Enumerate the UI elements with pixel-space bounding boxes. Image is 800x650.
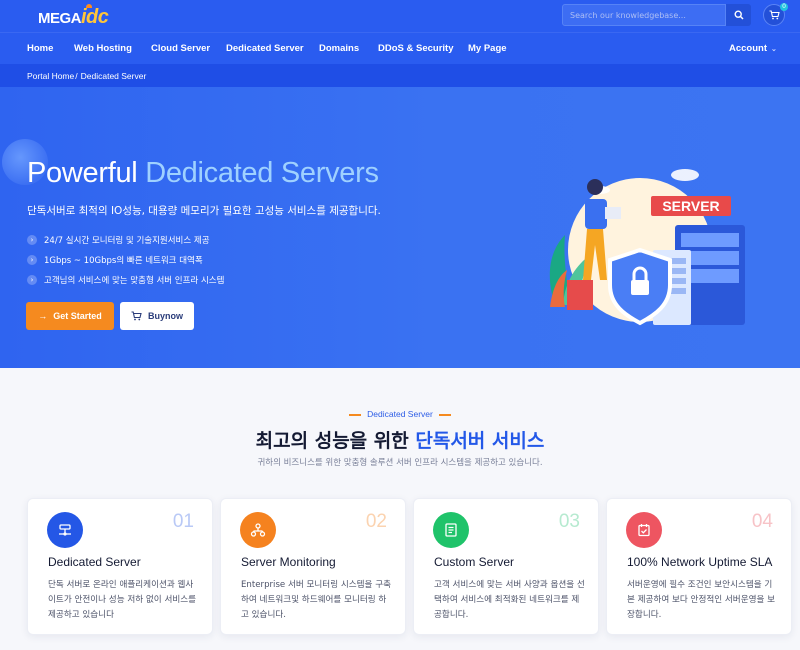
card-title: Custom Server [434, 555, 515, 569]
card-title: Server Monitoring [241, 555, 336, 569]
get-started-label: Get Started [53, 311, 102, 321]
chevron-right-icon: › [27, 235, 37, 245]
card-icon-badge [626, 512, 662, 548]
card-icon-badge [240, 512, 276, 548]
logo-dot [86, 4, 92, 8]
nav-ddos-security[interactable]: DDoS & Security [378, 43, 454, 54]
arrow-right-icon: → [38, 311, 48, 321]
section-tag: Dedicated Server [0, 409, 800, 419]
feature-card[interactable]: 02 Server Monitoring Enterprise 서버 모니터링 … [220, 498, 406, 635]
server-illustration: SERVER [549, 169, 745, 326]
nav-domains[interactable]: Domains [319, 43, 359, 54]
nav-web-hosting[interactable]: Web Hosting [74, 43, 132, 54]
card-number: 02 [365, 511, 387, 532]
check-calendar-icon [638, 524, 650, 537]
section-tag-text: Dedicated Server [367, 409, 433, 419]
card-description: 고객 서비스에 맞는 서버 사양과 옵션을 선택하여 서비스에 최적화된 네트워… [434, 580, 585, 620]
network-icon [250, 523, 266, 537]
search-input[interactable]: Search our knowledgebase... [562, 4, 726, 26]
card-description: Enterprise 서버 모니터링 시스템을 구축하여 네트워크및 하드웨어를… [241, 580, 392, 620]
card-number: 03 [558, 511, 580, 532]
feature-card[interactable]: 04 100% Network Uptime SLA 서버운영에 필수 조건인 … [606, 498, 792, 635]
account-label: Account [729, 43, 767, 54]
chevron-right-icon: › [27, 255, 37, 265]
cart-count-badge: 0 [780, 3, 788, 11]
section-title-accent: 단독서버 서비스 [415, 430, 545, 452]
search-icon [733, 10, 744, 20]
hero-subtitle: 단독서버로 최적의 IO성능, 대용량 메모리가 필요한 고성능 서비스를 제공… [27, 205, 381, 217]
breadcrumb-bar: Portal Home/Dedicated Server [0, 64, 800, 87]
hero-title-accent: Dedicated Servers [145, 157, 379, 189]
card-icon-badge [433, 512, 469, 548]
breadcrumb-separator: / [75, 71, 78, 81]
hero-section: Powerful Dedicated Servers 단독서버로 최적의 IO성… [0, 87, 800, 368]
search-button[interactable] [726, 4, 751, 26]
feature-item: › 고객님의 서비스에 맞는 맞춤형 서버 인프라 시스템 [27, 274, 224, 286]
logo-main: MEGA [38, 10, 82, 27]
card-number: 04 [751, 511, 773, 532]
chevron-right-icon: › [27, 275, 37, 285]
card-description: 단독 서버로 온라인 애플리케이션과 웹사이트가 안전이나 성능 저하 없이 서… [48, 580, 197, 620]
nav-cloud-server[interactable]: Cloud Server [151, 43, 210, 54]
buy-now-label: Buynow [148, 311, 183, 321]
card-description: 서버운영에 필수 조건인 보안시스템을 기본 제공하여 보다 안정적인 서버운영… [627, 580, 776, 620]
card-title: 100% Network Uptime SLA [627, 555, 773, 569]
feature-text: 24/7 실시간 모니터링 및 기술지원서비스 제공 [44, 236, 210, 246]
nav-dedicated-server[interactable]: Dedicated Server [226, 43, 304, 54]
card-title: Dedicated Server [48, 555, 141, 569]
feature-text: 고객님의 서비스에 맞는 맞춤형 서버 인프라 시스템 [44, 276, 225, 286]
section-title-plain: 최고의 성능을 위한 [255, 430, 409, 452]
logo-accent: idc [81, 6, 109, 28]
section-title: 최고의 성능을 위한 단독서버 서비스 [0, 426, 800, 453]
get-started-button[interactable]: → Get Started [26, 302, 114, 330]
logo[interactable]: MEGAidc [38, 4, 109, 29]
hero-title-plain: Powerful [27, 157, 138, 189]
account-menu[interactable]: Account ⌄ [729, 43, 777, 54]
nav-my-page[interactable]: My Page [468, 43, 507, 54]
top-header: MEGAidc Search our knowledgebase... 0 [0, 0, 800, 32]
section-subtitle: 귀하의 비즈니스를 위한 맞춤형 솔루션 서버 인프라 시스템을 제공하고 있습… [257, 458, 543, 468]
card-icon-badge [47, 512, 83, 548]
hero-title: Powerful Dedicated Servers [27, 157, 379, 190]
breadcrumb: Portal Home/Dedicated Server [27, 71, 146, 81]
chevron-down-icon: ⌄ [771, 46, 777, 53]
breadcrumb-home[interactable]: Portal Home [27, 71, 74, 81]
breadcrumb-current: Dedicated Server [80, 71, 147, 81]
buy-now-button[interactable]: Buynow [120, 302, 194, 330]
tag-line-left [349, 413, 362, 416]
document-icon [445, 523, 457, 537]
cart-icon [769, 10, 780, 20]
feature-item: › 24/7 실시간 모니터링 및 기술지원서비스 제공 [27, 234, 210, 246]
main-nav: Home Web Hosting Cloud Server Dedicated … [0, 32, 800, 64]
server-icon [59, 524, 71, 536]
nav-home[interactable]: Home [27, 43, 53, 54]
card-number: 01 [172, 511, 194, 532]
feature-item: › 1Gbps ~ 10Gbps의 빠른 네트워크 대역폭 [27, 254, 203, 266]
tag-line-right [438, 413, 451, 416]
illustration-sign-text: SERVER [662, 198, 719, 214]
feature-card[interactable]: 03 Custom Server 고객 서비스에 맞는 서버 사양과 옵션을 선… [413, 498, 599, 635]
feature-card[interactable]: 01 Dedicated Server 단독 서버로 온라인 애플리케이션과 웹… [27, 498, 213, 635]
cart-icon [131, 311, 142, 321]
feature-text: 1Gbps ~ 10Gbps의 빠른 네트워크 대역폭 [44, 256, 203, 266]
